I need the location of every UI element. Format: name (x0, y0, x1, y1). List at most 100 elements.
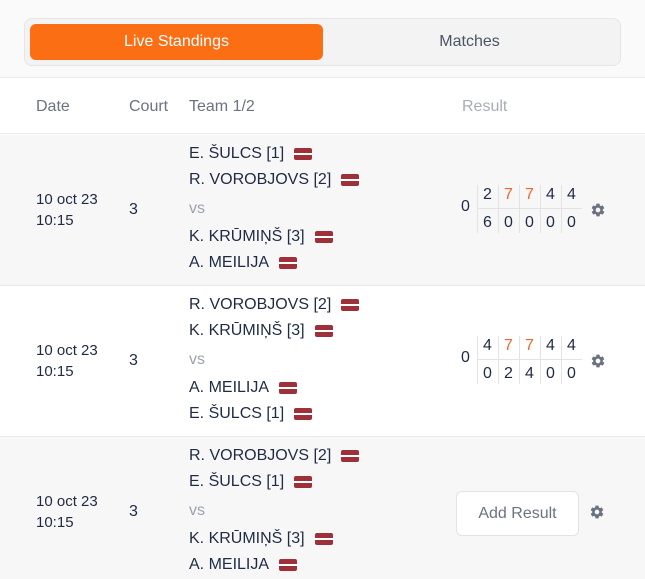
player: K. KRŪMIŅŠ [3] (189, 322, 333, 340)
tab-matches[interactable]: Matches (323, 24, 616, 60)
latvia-flag-icon (314, 533, 333, 545)
set-divider (561, 185, 562, 233)
player-name: A. MEILIJA (189, 254, 270, 271)
latvia-flag-icon (341, 174, 360, 186)
latvia-flag-icon (279, 559, 298, 571)
set-score-team2: 0 (483, 365, 492, 382)
set-score-team1: 7 (519, 181, 540, 209)
latvia-flag-icon (279, 257, 298, 269)
set-score-team2: 0 (546, 214, 555, 231)
set-divider (519, 336, 520, 384)
latvia-flag-icon (294, 408, 313, 420)
match-date-time: 10:15 (36, 514, 74, 531)
set-score-team2: 0 (567, 214, 576, 231)
match-court: 3 (129, 352, 138, 369)
latvia-flag-icon (294, 476, 313, 488)
player-name: A. MEILIJA (189, 379, 270, 396)
latvia-flag-icon (294, 148, 313, 160)
set-score-team1: 4 (540, 181, 561, 209)
table-row: 10 oct 23 10:15 3 R. VOROBJOVS [2] E. ŠU… (0, 437, 645, 579)
tab-live-standings[interactable]: Live Standings (30, 24, 323, 60)
table-row: 10 oct 23 10:15 3 R. VOROBJOVS [2] K. KR… (0, 286, 645, 437)
match-date: 10 oct 23 10:15 (36, 189, 98, 231)
match-date-day: 10 oct 23 (36, 493, 98, 510)
player: E. ŠULCS [1] (189, 145, 313, 163)
player-name: K. KRŪMIŅŠ [3] (189, 228, 305, 245)
set-score-team1: 7 (498, 181, 519, 209)
player-name: K. KRŪMIŅŠ [3] (189, 530, 305, 547)
set-score-team2: 0 (546, 365, 555, 382)
set-divider (498, 185, 499, 233)
set-score-team1: 4 (561, 181, 582, 209)
vs-label: vs (189, 502, 205, 519)
latvia-flag-icon (341, 299, 360, 311)
match-court: 3 (129, 503, 138, 520)
score-total: 0 (461, 198, 470, 215)
player-name: R. VOROBJOVS [2] (189, 171, 332, 188)
set-score-team2: 6 (483, 214, 492, 231)
add-result-button[interactable]: Add Result (456, 491, 579, 536)
player: K. KRŪMIŅŠ [3] (189, 530, 333, 548)
set-score-team1: 7 (519, 332, 540, 360)
set-divider (477, 185, 478, 233)
vs-label: vs (189, 351, 205, 368)
latvia-flag-icon (279, 382, 298, 394)
player: A. MEILIJA (189, 254, 298, 272)
player: E. ŠULCS [1] (189, 405, 313, 423)
gear-icon[interactable] (590, 202, 606, 218)
set-score-team2: 0 (504, 214, 513, 231)
table-row: 10 oct 23 10:15 3 E. ŠULCS [1] R. VOROBJ… (0, 135, 645, 286)
set-score-team1: 7 (498, 332, 519, 360)
player-name: A. MEILIJA (189, 556, 270, 573)
set-divider (477, 336, 478, 384)
table-header: Date Court Team 1/2 Result (0, 78, 645, 134)
set-divider (540, 185, 541, 233)
set-score-team2: 0 (567, 365, 576, 382)
set-divider (540, 336, 541, 384)
column-header-date: Date (36, 98, 70, 115)
set-score-team2: 0 (525, 214, 534, 231)
player: R. VOROBJOVS [2] (189, 171, 360, 189)
match-date-day: 10 oct 23 (36, 191, 98, 208)
player-name: R. VOROBJOVS [2] (189, 447, 332, 464)
set-scores: 2670704040 (477, 181, 582, 237)
match-date-time: 10:15 (36, 212, 74, 229)
player-name: R. VOROBJOVS [2] (189, 296, 332, 313)
set-score-team1: 4 (561, 332, 582, 360)
gear-icon[interactable] (590, 353, 606, 369)
set-score-team1: 4 (540, 332, 561, 360)
set-scores: 4072744040 (477, 332, 582, 388)
latvia-flag-icon (314, 231, 333, 243)
set-divider (561, 336, 562, 384)
tab-bar-container: Live Standings Matches (0, 0, 645, 78)
vs-label: vs (189, 200, 205, 217)
player: K. KRŪMIŅŠ [3] (189, 228, 333, 246)
tab-bar: Live Standings Matches (24, 18, 621, 66)
set-score-team1: 2 (477, 181, 498, 209)
player: E. ŠULCS [1] (189, 473, 313, 491)
match-court: 3 (129, 201, 138, 218)
player: R. VOROBJOVS [2] (189, 447, 360, 465)
set-divider (498, 336, 499, 384)
column-header-team: Team 1/2 (189, 98, 255, 115)
player: A. MEILIJA (189, 556, 298, 574)
match-date: 10 oct 23 10:15 (36, 340, 98, 382)
match-date-day: 10 oct 23 (36, 342, 98, 359)
player: A. MEILIJA (189, 379, 298, 397)
latvia-flag-icon (341, 450, 360, 462)
set-score-team2: 4 (525, 365, 534, 382)
set-score-team2: 2 (504, 365, 513, 382)
set-score-team1: 4 (477, 332, 498, 360)
player: R. VOROBJOVS [2] (189, 296, 360, 314)
player-name: E. ŠULCS [1] (189, 405, 285, 422)
latvia-flag-icon (314, 325, 333, 337)
gear-icon[interactable] (589, 504, 605, 520)
column-header-result: Result (462, 98, 508, 115)
player-name: E. ŠULCS [1] (189, 145, 285, 162)
match-date: 10 oct 23 10:15 (36, 491, 98, 533)
score-total: 0 (461, 349, 470, 366)
set-divider (519, 185, 520, 233)
player-name: K. KRŪMIŅŠ [3] (189, 322, 305, 339)
column-header-court: Court (129, 98, 169, 115)
player-name: E. ŠULCS [1] (189, 473, 285, 490)
